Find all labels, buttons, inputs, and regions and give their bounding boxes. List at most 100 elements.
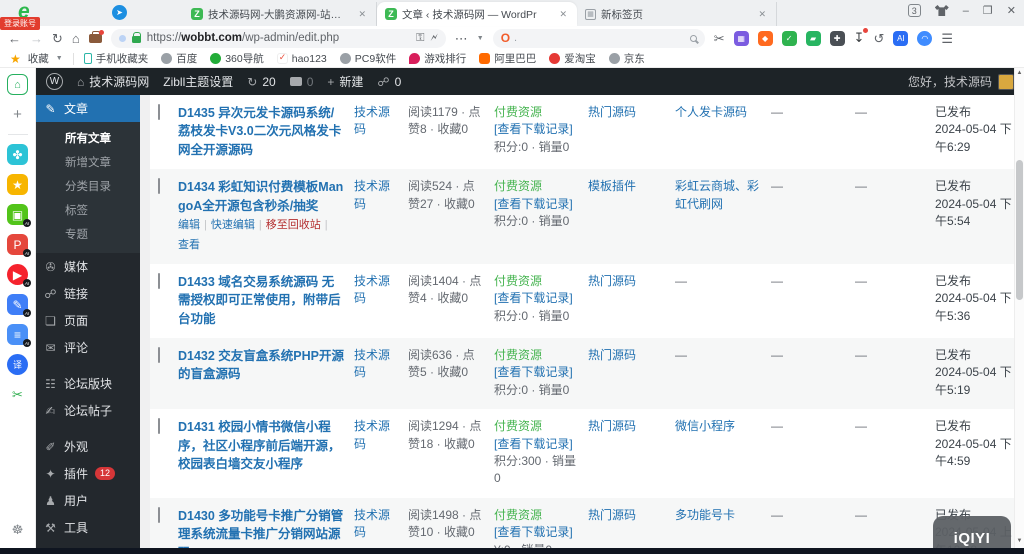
password-key-icon[interactable]: ⚿ [416,32,424,45]
scrollbar[interactable]: ▲ ▼ [1014,68,1024,554]
dock-settings-gear-icon[interactable]: ☸ [7,519,28,540]
bookmark-item[interactable]: 京东 [609,51,645,66]
sidebar-subitem-专题[interactable]: 专题 [36,222,140,246]
url-text[interactable]: https://wobbt.com/wp-admin/edit.php [147,32,410,44]
sidebar-subitem-分类目录[interactable]: 分类目录 [36,174,140,198]
dock-video-ai-icon[interactable]: ▶AI [7,264,28,285]
login-account-badge[interactable]: 登录账号 [0,17,40,30]
category-link[interactable]: 热门源码 [588,274,636,288]
dock-home-icon[interactable]: ⌂ [7,74,28,95]
sidebar-item-论坛帖子[interactable]: ✍论坛帖子 [36,397,140,424]
favorites-chevron-icon[interactable]: ▼ [56,55,63,62]
row-action[interactable]: 快速编辑 [211,218,255,234]
bookmark-item[interactable]: 手机收藏夹 [84,51,149,66]
dock-image-ai-icon[interactable]: ▣AI [7,204,28,225]
download-log-link[interactable]: [查看下载记录] [494,364,578,381]
favorites-label[interactable]: 收藏 [28,51,49,66]
favorites-star-icon[interactable]: ★ [10,52,21,66]
bookmark-item[interactable]: PC9软件 [340,51,396,66]
row-action[interactable]: 编辑 [178,218,200,234]
category-link[interactable]: 热门源码 [588,419,636,433]
briefcase-favorites-icon[interactable] [89,34,102,43]
menu-hamburger-icon[interactable]: ☰ [941,32,953,45]
tab-close-icon[interactable]: ✕ [356,9,368,20]
category-link[interactable]: 热门源码 [588,105,636,119]
flash-icon[interactable]: 🗲 [430,32,437,45]
adminbar-site-link[interactable]: ⌂ 技术源码网 [77,73,149,90]
dock-apps-icon[interactable]: ✤ [7,144,28,165]
downloads-icon[interactable]: ↧ [854,30,865,46]
scrollbar-thumb[interactable] [1016,160,1023,300]
post-title-link[interactable]: D1434 彩虹知识付费模板MangoA全开源包含秒杀/抽奖 [178,180,343,212]
tag-link[interactable]: 个人发卡源码 [675,105,747,119]
dock-favorites-icon[interactable]: ★ [7,174,28,195]
sidebar-item-评论[interactable]: ✉评论 [36,334,140,361]
download-log-link[interactable]: [查看下载记录] [494,524,578,541]
window-count-badge[interactable]: 3 [908,4,921,17]
extensions-puzzle-icon[interactable]: ✚ [830,31,845,46]
wordpress-logo-icon[interactable]: W [46,73,63,90]
scroll-up-arrow[interactable]: ▲ [1015,70,1024,76]
row-checkbox[interactable] [158,418,160,434]
dock-write-ai-icon[interactable]: ✎AI [7,294,28,315]
category-link[interactable]: 模板插件 [588,179,636,193]
sidebar-item-文章[interactable]: ✎文章 [36,95,140,122]
row-checkbox[interactable] [158,273,160,289]
adminbar-account[interactable]: 您好，技术源码 [908,73,1014,90]
https-lock-icon[interactable] [132,36,141,43]
adminbar-zibll-settings[interactable]: Zibll主题设置 [163,73,233,90]
home-icon[interactable]: ⌂ [72,32,80,45]
row-checkbox[interactable] [158,347,160,363]
dock-scissors-icon[interactable]: ✂ [7,384,28,405]
tag-link[interactable]: 微信小程序 [675,419,735,433]
author-link[interactable]: 技术源码 [354,274,390,305]
dock-translate-icon[interactable]: 译 [7,354,28,375]
tag-link[interactable]: 彩虹云商城、彩虹代刷网 [675,179,759,210]
theme-skin-icon[interactable] [935,5,949,16]
dock-notes-ai-icon[interactable]: ≡AI [7,324,28,345]
sidebar-item-媒体[interactable]: ✇媒体 [36,253,140,280]
row-action[interactable]: 移至回收站 [266,218,321,234]
sidebar-item-链接[interactable]: ☍链接 [36,280,140,307]
folder-icon[interactable]: ▰ [806,31,821,46]
tag-link[interactable]: 多功能号卡 [675,508,735,522]
dropdown-chevron-icon[interactable]: ▼ [477,35,484,42]
forward-icon[interactable]: → [30,32,43,45]
bookmark-item[interactable]: 阿里巴巴 [479,51,536,66]
download-log-link[interactable]: [查看下载记录] [494,290,578,307]
minimize-button[interactable]: – [963,5,969,17]
row-checkbox[interactable] [158,507,160,523]
ai-assistant-icon[interactable]: AI [893,31,908,46]
bookmark-item[interactable]: 爱淘宝 [549,51,596,66]
tab-close-icon[interactable]: ✕ [557,9,569,20]
extension-icon-purple[interactable]: ▦ [734,31,749,46]
download-log-link[interactable]: [查看下载记录] [494,121,578,138]
row-action[interactable]: 查看 [178,238,200,254]
search-icon[interactable] [690,35,697,42]
author-link[interactable]: 技术源码 [354,105,390,136]
history-undo-icon[interactable]: ↺ [874,32,885,45]
url-field[interactable]: https://wobbt.com/wp-admin/edit.php ⚿ 🗲 [111,29,446,48]
dock-pdf-ai-icon[interactable]: PAI [7,234,28,255]
post-title-link[interactable]: D1433 域名交易系统源码 无需授权即可正常使用，附带后台功能 [178,275,341,326]
sidebar-item-工具[interactable]: ⚒工具 [36,514,140,541]
row-checkbox[interactable] [158,104,160,120]
dock-add-icon[interactable]: + [7,104,28,125]
sidebar-subitem-新增文章[interactable]: 新增文章 [36,150,140,174]
download-log-link[interactable]: [查看下载记录] [494,196,578,213]
sidebar-item-插件[interactable]: ✦插件12 [36,460,140,487]
author-link[interactable]: 技术源码 [354,508,390,539]
sidebar-item-页面[interactable]: ❏页面 [36,307,140,334]
author-link[interactable]: 技术源码 [354,348,390,379]
bookmark-item[interactable]: 百度 [161,51,197,66]
user-login-icon[interactable]: ➤ [112,5,127,20]
sidebar-item-用户[interactable]: ♟用户 [36,487,140,514]
scroll-down-arrow[interactable]: ▼ [1015,538,1024,544]
sidebar-item-外观[interactable]: ✐外观 [36,433,140,460]
download-log-link[interactable]: [查看下载记录] [494,436,578,453]
security-shield-icon[interactable]: ✓ [782,31,797,46]
bookmark-item[interactable]: 游戏排行 [409,51,466,66]
author-link[interactable]: 技术源码 [354,179,390,210]
category-link[interactable]: 热门源码 [588,508,636,522]
post-title-link[interactable]: D1432 交友盲盒系统PHP开源的盲盒源码 [178,349,344,381]
